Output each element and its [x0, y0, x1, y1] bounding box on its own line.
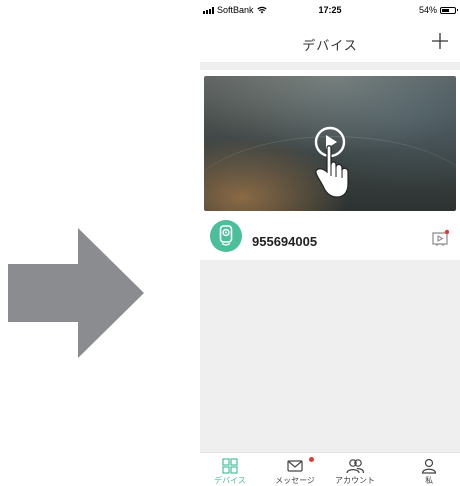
nav-bar: デバイス	[200, 22, 460, 62]
tab-me[interactable]: 私	[399, 455, 459, 486]
phone-screen: SoftBank 17:25 54% デバイス 955694005 デバイス メ…	[200, 0, 460, 486]
divider	[200, 62, 460, 70]
tab-label: 私	[425, 476, 433, 485]
users-icon	[346, 459, 365, 474]
device-row[interactable]: 955694005	[200, 216, 460, 260]
tab-label: メッセージ	[275, 476, 315, 485]
status-bar: SoftBank 17:25 54%	[200, 0, 460, 22]
tab-devices[interactable]: デバイス	[200, 455, 260, 486]
tab-label: アカウント	[335, 476, 375, 485]
battery-percent: 54%	[418, 5, 437, 15]
mail-icon	[287, 460, 303, 472]
playback-icon[interactable]	[430, 228, 450, 248]
tab-label: デバイス	[214, 476, 246, 485]
tab-bar: デバイス メッセージ アカウント 私	[200, 452, 460, 486]
right-arrow-graphic	[8, 228, 144, 358]
tab-account[interactable]: アカウント	[325, 455, 385, 486]
tab-messages[interactable]: メッセージ	[265, 455, 325, 486]
grid-icon	[222, 458, 238, 474]
play-icon[interactable]	[306, 126, 356, 206]
device-id: 955694005	[252, 234, 318, 249]
camera-icon	[210, 220, 242, 252]
battery-area: 54%	[418, 5, 458, 15]
battery-icon	[440, 6, 458, 14]
plus-icon[interactable]	[430, 31, 450, 51]
video-preview[interactable]	[204, 76, 456, 211]
message-badge	[309, 457, 314, 462]
person-icon	[421, 458, 437, 474]
page-title: デバイス	[302, 38, 358, 53]
device-card[interactable]: 955694005	[200, 70, 460, 260]
